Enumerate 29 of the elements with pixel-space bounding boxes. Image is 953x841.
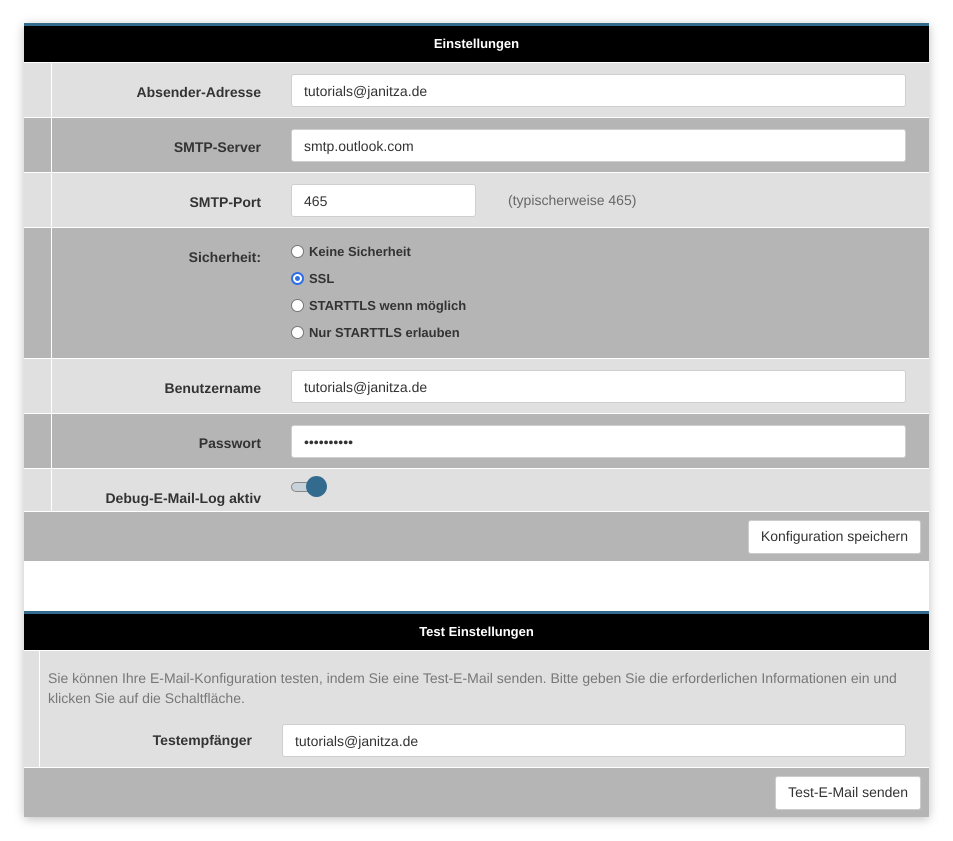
- field-label: Passwort: [198, 435, 261, 451]
- description-text: Sie können Ihre E-Mail-Konfiguration testen, indem Sie eine Test-E-Mail senden. Bitte geben Sie die erforderlichen Informationen ein und klicken Sie auf die Schaltfläche.: [48, 669, 898, 708]
- field-label: Benutzername: [164, 380, 261, 396]
- radio-option[interactable]: Nur STARTTLS erlauben: [291, 323, 466, 342]
- radio-button[interactable]: [291, 245, 304, 258]
- radio-option[interactable]: STARTTLS wenn möglich: [291, 296, 466, 315]
- input-field[interactable]: tutorials@janitza.de: [291, 370, 906, 403]
- input-field[interactable]: tutorials@janitza.de: [291, 74, 906, 107]
- save-button[interactable]: Konfiguration speichern: [748, 520, 921, 554]
- radio-option[interactable]: Keine Sicherheit: [291, 242, 466, 261]
- input-field[interactable]: 465: [291, 184, 476, 217]
- field-label: SMTP-Server: [174, 139, 261, 155]
- toggle-switch[interactable]: [291, 476, 327, 497]
- send-test-button[interactable]: Test-E-Mail senden: [775, 776, 921, 810]
- field-label: Sicherheit:: [188, 249, 261, 265]
- field-label: Testempfänger: [152, 732, 252, 748]
- input-field[interactable]: smtp.outlook.com: [291, 129, 906, 162]
- field-label: Debug-E-Mail-Log aktiv: [105, 490, 261, 506]
- hint-text: (typischerweise 465): [508, 191, 636, 210]
- input-field[interactable]: ••••••••••: [291, 425, 906, 458]
- section-header: Test Einstellungen: [24, 611, 929, 650]
- field-label: Absender-Adresse: [136, 84, 261, 100]
- input-field[interactable]: tutorials@janitza.de: [282, 724, 906, 757]
- section-header: Einstellungen: [24, 23, 929, 62]
- radio-button[interactable]: [291, 272, 304, 285]
- field-label: SMTP-Port: [189, 194, 261, 210]
- radio-button[interactable]: [291, 299, 304, 312]
- radio-option[interactable]: SSL: [291, 269, 466, 288]
- radio-button[interactable]: [291, 326, 304, 339]
